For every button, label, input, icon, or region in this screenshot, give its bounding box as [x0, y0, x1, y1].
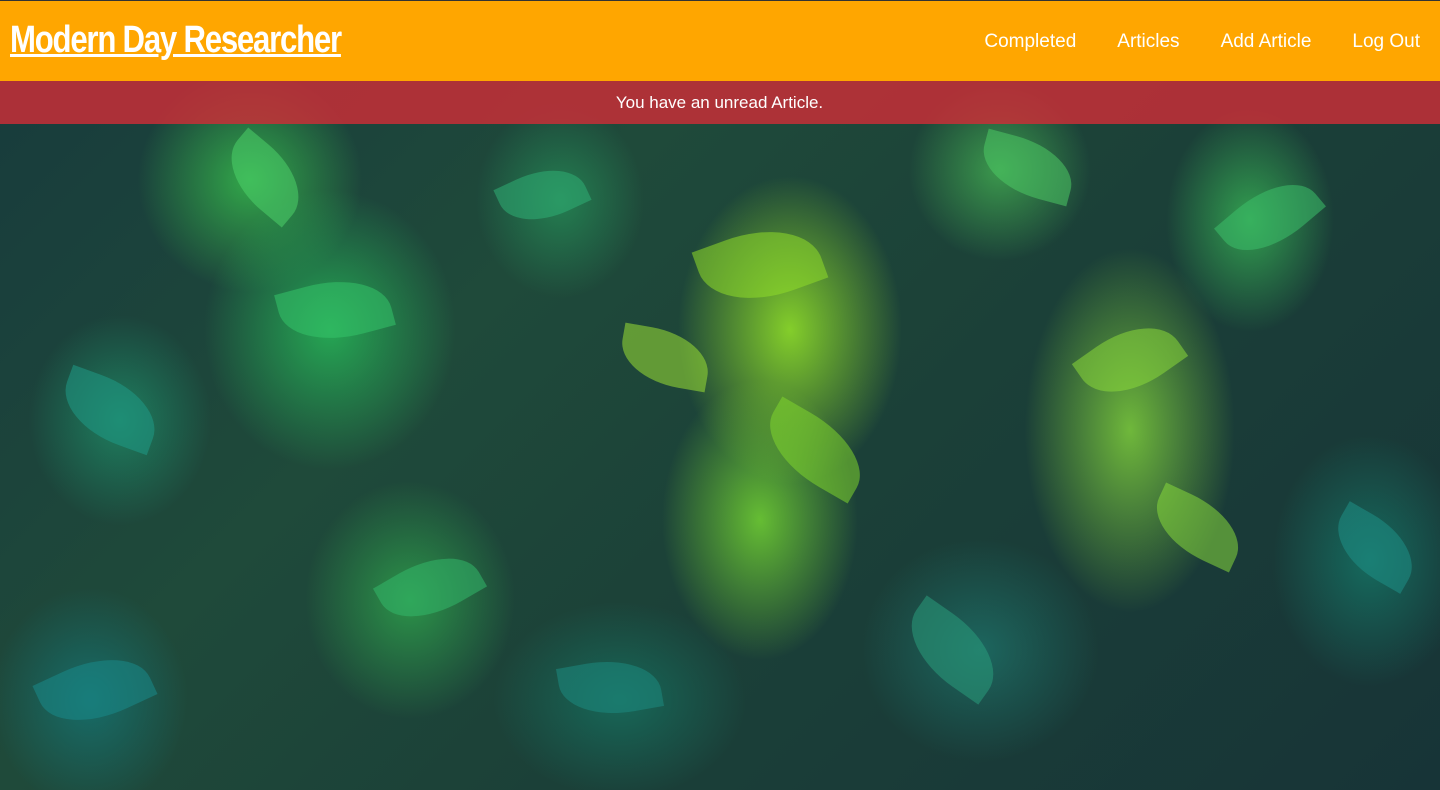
nav-link-articles[interactable]: Articles — [1117, 31, 1179, 53]
unread-article-alert: You have an unread Article. — [0, 81, 1440, 124]
alert-message: You have an unread Article. — [615, 92, 824, 112]
page: Modern Day Researcher Completed Articles… — [0, 0, 1440, 790]
nav-links: Completed Articles Add Article Log Out — [984, 1, 1420, 82]
brand-logo-link[interactable]: Modern Day Researcher — [10, 19, 342, 62]
nav-link-add-article[interactable]: Add Article — [1221, 31, 1312, 53]
nav-link-completed[interactable]: Completed — [984, 31, 1076, 53]
nav-link-log-out[interactable]: Log Out — [1352, 31, 1420, 53]
top-navbar: Modern Day Researcher Completed Articles… — [0, 0, 1440, 81]
